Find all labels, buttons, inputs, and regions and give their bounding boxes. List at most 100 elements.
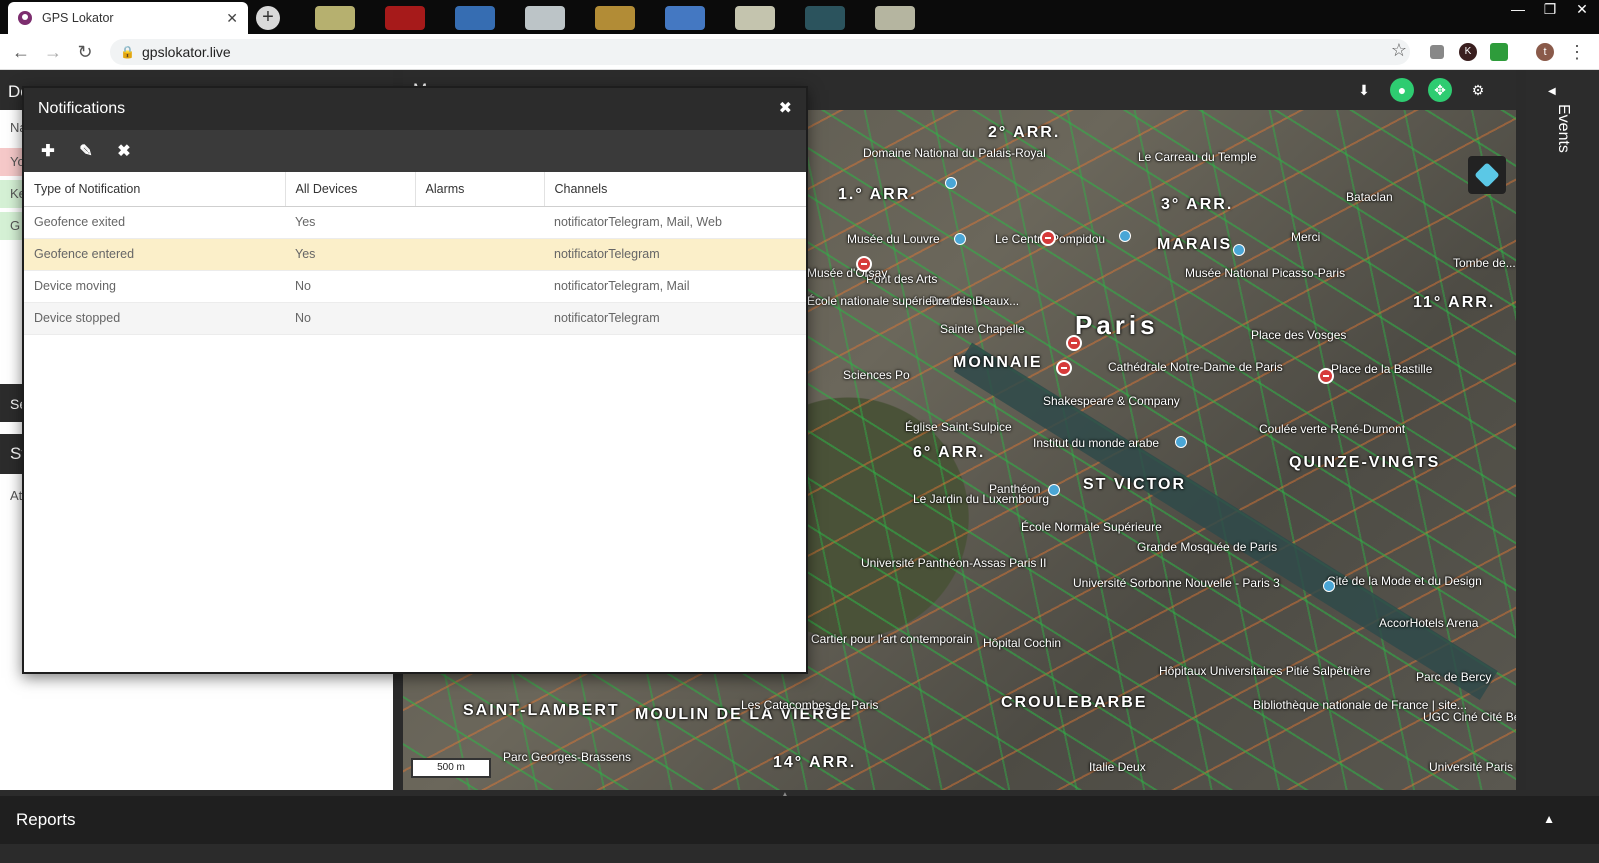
- poi-marker-icon[interactable]: [1048, 484, 1060, 496]
- browser-menu-icon[interactable]: ⋮: [1566, 42, 1588, 63]
- profile-avatar[interactable]: t: [1536, 43, 1554, 61]
- map-place-label: Hôpital Cochin: [983, 636, 1062, 650]
- url-text: gpslokator.live: [142, 44, 231, 60]
- minimize-icon[interactable]: —: [1509, 0, 1527, 18]
- close-window-icon[interactable]: ✕: [1573, 0, 1591, 18]
- geofence-marker-icon[interactable]: [1040, 230, 1056, 246]
- taskbar-app-icon[interactable]: [455, 6, 495, 30]
- taskbar-app-icon[interactable]: [315, 6, 355, 30]
- device-row[interactable]: Yo: [0, 148, 22, 176]
- settings-gear-icon[interactable]: ⚙: [1466, 78, 1490, 102]
- poi-marker-icon[interactable]: [945, 177, 957, 189]
- map-place-label: Cité de la Mode et du Design: [1327, 574, 1482, 588]
- geofence-marker-icon[interactable]: [1056, 360, 1072, 376]
- tab-close-icon[interactable]: ✕: [226, 10, 238, 27]
- back-icon[interactable]: ←: [10, 42, 32, 63]
- poi-marker-icon[interactable]: [1233, 244, 1245, 256]
- map-place-label: Cathédrale Notre-Dame de Paris: [1108, 360, 1283, 374]
- column-header-type[interactable]: Type of Notification: [24, 172, 286, 207]
- map-place-label: École Normale Supérieure: [1021, 520, 1162, 534]
- map-place-label: Musée National Picasso-Paris: [1185, 266, 1346, 280]
- notifications-dialog: Notifications ✖ ✚ ✎ ✖ Type of Notificati…: [22, 86, 808, 674]
- site-favicon-icon: [18, 11, 32, 25]
- address-bar[interactable]: 🔒 gpslokator.live: [110, 39, 1410, 65]
- expand-reports-icon[interactable]: ▲: [1543, 812, 1555, 826]
- browser-toolbar: ← → ↻ 🔒 gpslokator.live ☆ K t ⋮: [0, 34, 1599, 70]
- table-row[interactable]: Device moving No notificatorTelegram, Ma…: [24, 270, 806, 303]
- cell-alarms: [415, 206, 544, 239]
- map-layers-button[interactable]: [1468, 156, 1506, 194]
- device-row[interactable]: Ke: [0, 180, 22, 208]
- download-icon[interactable]: ⬇: [1352, 78, 1376, 102]
- map-place-label: Tombe de...: [1453, 256, 1516, 270]
- extension-k-icon[interactable]: K: [1459, 43, 1477, 61]
- events-sidebar[interactable]: ◀ Events: [1526, 70, 1599, 790]
- map-place-label: AccorHotels Arena: [1379, 616, 1479, 630]
- map-place-label: Shakespeare & Company: [1043, 394, 1180, 408]
- extension-green-icon[interactable]: [1490, 43, 1508, 61]
- cell-type: Geofence exited: [24, 206, 285, 239]
- table-row[interactable]: Geofence exited Yes notificatorTelegram,…: [24, 206, 806, 239]
- geofence-marker-icon[interactable]: [1318, 368, 1334, 384]
- map-place-label: Place de la Bastille: [1331, 362, 1433, 376]
- extension-icon[interactable]: [1430, 45, 1444, 59]
- geofence-marker-icon[interactable]: [856, 256, 872, 272]
- map-place-label: Institut du monde arabe: [1033, 436, 1160, 450]
- taskbar-app-icon[interactable]: [735, 6, 775, 30]
- remove-icon[interactable]: ✖: [116, 141, 132, 161]
- column-header-alarms[interactable]: Alarms: [415, 172, 545, 207]
- column-header-channels[interactable]: Channels: [544, 172, 806, 207]
- poi-marker-icon[interactable]: [1323, 580, 1335, 592]
- state-row: At: [10, 488, 22, 503]
- map-place-label: Église Saint-Sulpice: [905, 420, 1012, 434]
- reports-panel-header[interactable]: Reports ▲: [0, 796, 1599, 844]
- cell-all-devices: Yes: [285, 206, 415, 239]
- map-place-label: SAINT-LAMBERT: [463, 702, 620, 719]
- map-place-label: Université Paris Diderot: [1429, 760, 1516, 774]
- map-place-label: Italie Deux: [1089, 760, 1146, 774]
- map-place-label: Grande Mosquée de Paris: [1137, 540, 1278, 554]
- column-header-all-devices[interactable]: All Devices: [285, 172, 416, 207]
- poi-marker-icon[interactable]: [954, 233, 966, 245]
- map-scale: 500 m: [411, 758, 491, 778]
- paw-follow-icon[interactable]: ●: [1390, 78, 1414, 102]
- taskbar-app-icon[interactable]: [385, 6, 425, 30]
- table-row[interactable]: Geofence entered Yes notificatorTelegram: [24, 238, 806, 271]
- map-place-label: Sainte Chapelle: [940, 322, 1025, 336]
- locate-icon[interactable]: ✥: [1428, 78, 1452, 102]
- map-place-label: UGC Ciné Cité Bercy: [1423, 710, 1516, 724]
- edit-icon[interactable]: ✎: [78, 141, 94, 161]
- taskbar-app-icon[interactable]: [805, 6, 845, 30]
- lock-icon: 🔒: [120, 45, 135, 59]
- close-dialog-icon[interactable]: ✖: [779, 98, 792, 118]
- map-place-label: 3° ARR.: [1161, 196, 1234, 213]
- reload-icon[interactable]: ↻: [74, 42, 96, 63]
- window-controls: — ❐ ✕: [1509, 0, 1591, 18]
- map-place-label: Sciences Po: [843, 368, 910, 382]
- expand-events-icon[interactable]: ◀: [1548, 86, 1556, 97]
- table-row[interactable]: Device stopped No notificatorTelegram: [24, 302, 806, 335]
- map-place-label: 6° ARR.: [913, 444, 986, 461]
- add-icon[interactable]: ✚: [40, 141, 56, 161]
- device-column-header[interactable]: Na: [0, 114, 22, 142]
- geofence-marker-icon[interactable]: [1066, 335, 1082, 351]
- taskbar-icons: [315, 6, 915, 30]
- new-tab-button[interactable]: +: [256, 6, 280, 30]
- device-row[interactable]: G: [0, 212, 22, 240]
- cell-type: Geofence entered: [24, 238, 285, 271]
- map-place-label: ST VICTOR: [1083, 476, 1187, 493]
- map-place-label: 1.° ARR.: [838, 186, 917, 203]
- map-place-label: Université Sorbonne Nouvelle - Paris 3: [1073, 576, 1280, 590]
- poi-marker-icon[interactable]: [1119, 230, 1131, 242]
- map-place-label: Domaine National du Palais-Royal: [863, 146, 1046, 160]
- browser-tab[interactable]: GPS Lokator ✕: [8, 2, 248, 34]
- poi-marker-icon[interactable]: [1175, 436, 1187, 448]
- restore-icon[interactable]: ❐: [1541, 0, 1559, 18]
- bookmark-star-icon[interactable]: ☆: [1388, 40, 1410, 61]
- taskbar-app-icon[interactable]: [875, 6, 915, 30]
- taskbar-app-icon[interactable]: [665, 6, 705, 30]
- forward-icon[interactable]: →: [42, 42, 64, 63]
- taskbar-app-icon[interactable]: [525, 6, 565, 30]
- taskbar-app-icon[interactable]: [595, 6, 635, 30]
- cell-type: Device moving: [24, 270, 285, 303]
